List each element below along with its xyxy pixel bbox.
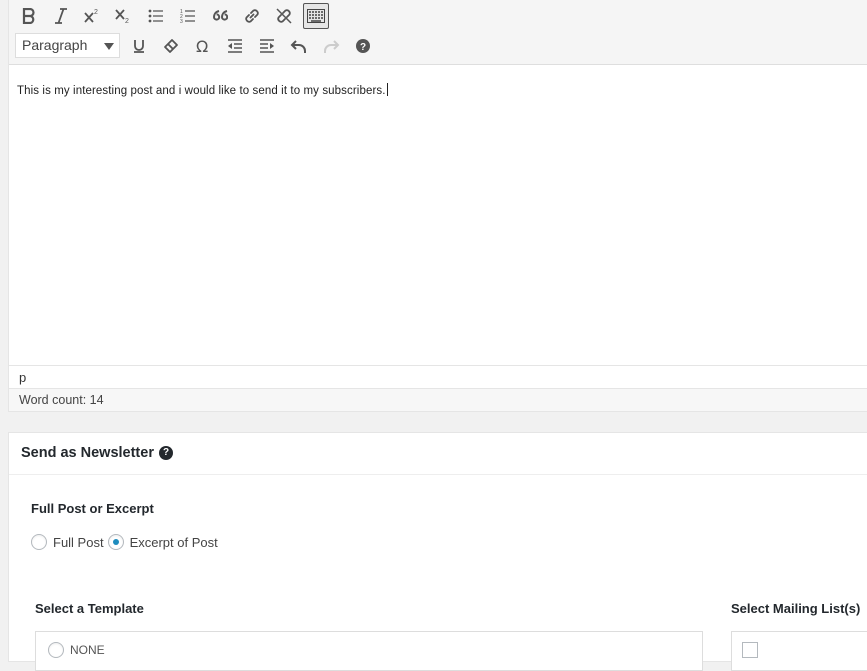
bulleted-list-icon[interactable] bbox=[143, 3, 169, 29]
excerpt-of-post-radio[interactable] bbox=[107, 534, 124, 550]
panel-header[interactable]: Send as Newsletter ? bbox=[9, 433, 867, 475]
indent-icon[interactable] bbox=[254, 33, 280, 59]
format-select[interactable]: Paragraph bbox=[15, 33, 120, 58]
full-post-label[interactable]: Full Post bbox=[53, 535, 104, 550]
full-post-or-excerpt-options: Full Post Excerpt of Post bbox=[31, 533, 222, 551]
template-none-label: NONE bbox=[70, 643, 105, 657]
italic-icon[interactable] bbox=[48, 3, 74, 29]
editor-content-text: This is my interesting post and i would … bbox=[17, 85, 386, 97]
numbered-list-icon[interactable]: 123 bbox=[175, 3, 201, 29]
mailing-list-checkbox[interactable] bbox=[742, 642, 758, 658]
undo-icon[interactable] bbox=[286, 33, 312, 59]
special-character-icon[interactable]: Ω bbox=[190, 33, 216, 59]
underline-icon[interactable] bbox=[126, 33, 152, 59]
full-post-radio[interactable] bbox=[31, 534, 47, 550]
outdent-icon[interactable] bbox=[222, 33, 248, 59]
element-path[interactable]: p bbox=[19, 370, 26, 385]
insert-link-icon[interactable] bbox=[239, 3, 265, 29]
editor-content[interactable]: This is my interesting post and i would … bbox=[17, 83, 388, 97]
panel-title: Send as Newsletter bbox=[21, 445, 154, 461]
question-circle-icon[interactable]: ? bbox=[159, 446, 173, 460]
editor-content-area[interactable]: This is my interesting post and i would … bbox=[9, 65, 867, 365]
editor-toolbar: 2 2 123 Paragraph Ω ? bbox=[9, 0, 867, 65]
svg-text:2: 2 bbox=[94, 9, 98, 16]
template-none-radio[interactable] bbox=[48, 642, 64, 658]
template-options-box: NONE bbox=[35, 631, 703, 671]
mailing-lists-box bbox=[731, 631, 867, 671]
send-as-newsletter-panel: Send as Newsletter ? Full Post or Excerp… bbox=[8, 432, 867, 671]
template-option-none[interactable]: NONE bbox=[48, 642, 105, 658]
text-cursor bbox=[386, 83, 388, 96]
format-select-value: Paragraph bbox=[22, 37, 88, 53]
subscript-icon[interactable]: 2 bbox=[110, 3, 136, 29]
redo-icon[interactable] bbox=[318, 33, 344, 59]
svg-text:?: ? bbox=[360, 42, 366, 53]
select-template-label: Select a Template bbox=[35, 601, 144, 616]
word-count: Word count: 14 bbox=[19, 393, 104, 407]
toolbar-toggle-icon[interactable] bbox=[303, 3, 329, 29]
full-post-or-excerpt-label: Full Post or Excerpt bbox=[31, 501, 154, 516]
clear-formatting-icon[interactable] bbox=[158, 33, 184, 59]
chevron-down-icon bbox=[104, 43, 114, 50]
help-icon[interactable]: ? bbox=[350, 33, 376, 59]
superscript-icon[interactable]: 2 bbox=[79, 3, 105, 29]
svg-text:2: 2 bbox=[125, 18, 129, 24]
select-mailing-lists-label: Select Mailing List(s) bbox=[731, 601, 861, 616]
element-path-bar: p bbox=[9, 365, 867, 388]
bold-icon[interactable] bbox=[16, 3, 42, 29]
svg-text:3: 3 bbox=[180, 19, 183, 24]
editor-status-bar: Word count: 14 bbox=[9, 388, 867, 411]
svg-text:Ω: Ω bbox=[196, 38, 208, 54]
blockquote-icon[interactable] bbox=[207, 3, 233, 29]
post-editor: 2 2 123 Paragraph Ω ? This is my interes… bbox=[8, 0, 867, 412]
excerpt-of-post-label[interactable]: Excerpt of Post bbox=[130, 535, 218, 550]
remove-link-icon[interactable] bbox=[271, 3, 297, 29]
